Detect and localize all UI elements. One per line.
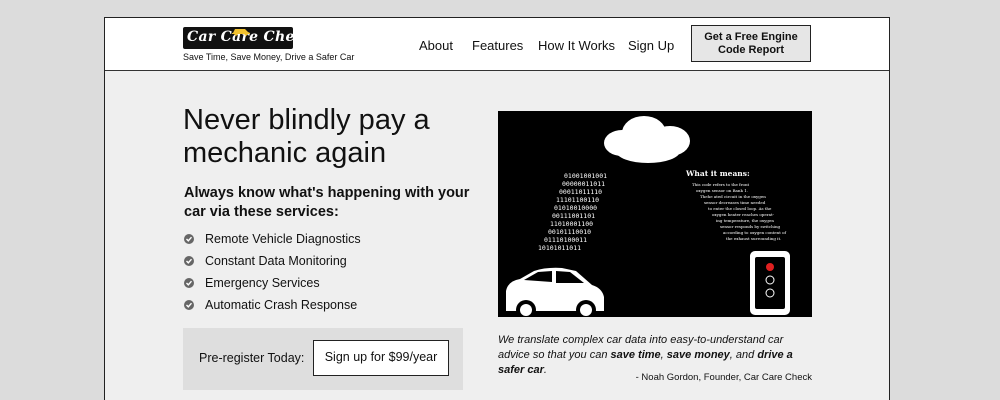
meaning-line: This code refers to the front [692, 182, 750, 187]
nav-sign-up[interactable]: Sign Up [628, 38, 674, 53]
binary-line: 00111001101 [552, 212, 595, 220]
car-data-illustration: 01001001001 00000011011 00011011110 1110… [498, 111, 812, 317]
service-label: Remote Vehicle Diagnostics [205, 232, 361, 246]
preregister-label: Pre-register Today: [199, 351, 305, 365]
binary-line: 01010010000 [554, 204, 597, 212]
smartphone-icon [750, 251, 790, 315]
binary-line: 01110100011 [544, 236, 587, 244]
quote-emphasis-1: save time [610, 349, 661, 361]
meaning-line: ing temperature, the oxygen [716, 218, 774, 223]
checkmark-icon [184, 278, 194, 288]
car-logo-icon [232, 29, 250, 36]
meaning-line: Thehe ated circuit in the oxygen [700, 194, 766, 199]
binary-line: 10101011011 [538, 244, 581, 252]
meaning-line: sensor decreases time needed [704, 200, 766, 205]
list-item: Automatic Crash Response [184, 294, 361, 316]
nav-features[interactable]: Features [472, 38, 523, 53]
meaning-title: What it means: [685, 169, 750, 178]
meaning-line: sensor responds by switching [720, 224, 781, 229]
sign-up-button[interactable]: Sign up for $99/year [313, 340, 449, 376]
binary-line: 00011011110 [559, 188, 602, 196]
binary-line: 01001001001 [564, 172, 607, 180]
nav-about[interactable]: About [419, 38, 453, 53]
meaning-line: oxygen heater reaches operat- [712, 212, 775, 217]
binary-line: 00000011011 [562, 180, 605, 188]
nav-how-it-works[interactable]: How It Works [538, 38, 615, 53]
cta-line-2: Code Report [718, 44, 784, 56]
list-item: Emergency Services [184, 272, 361, 294]
binary-line: 11101100110 [556, 196, 599, 204]
quote-sep-2: , and [729, 349, 758, 361]
hero-headline: Never blindly pay a mechanic again [183, 104, 483, 170]
meaning-line: oxygen sensor on Bank 1. [696, 188, 748, 193]
binary-line: 00101110010 [548, 228, 591, 236]
checkmark-icon [184, 300, 194, 310]
checkmark-icon [184, 256, 194, 266]
binary-line: 11010001100 [550, 220, 593, 228]
meaning-line: to enter the closed loop. As the [708, 206, 772, 211]
preregister-panel: Pre-register Today: Sign up for $99/year [183, 328, 463, 390]
quote-attribution: - Noah Gordon, Founder, Car Care Check [635, 372, 812, 383]
service-label: Emergency Services [205, 276, 320, 290]
quote-emphasis-2: save money [666, 349, 730, 361]
headline-line-2: mechanic again [183, 137, 387, 169]
logo[interactable]: Car Care Check [183, 27, 313, 49]
service-label: Automatic Crash Response [205, 298, 358, 312]
service-label: Constant Data Monitoring [205, 254, 347, 268]
site-header: Car Care Check Save Time, Save Money, Dr… [105, 18, 889, 71]
checkmark-icon [184, 234, 194, 244]
services-list: Remote Vehicle Diagnostics Constant Data… [184, 228, 361, 316]
free-engine-report-button[interactable]: Get a Free Engine Code Report [691, 25, 811, 62]
meaning-line: the exhaust surrounding it. [726, 236, 781, 241]
headline-line-1: Never blindly pay a [183, 104, 430, 136]
tagline: Save Time, Save Money, Drive a Safer Car [183, 52, 355, 62]
list-item: Remote Vehicle Diagnostics [184, 228, 361, 250]
services-subhead: Always know what's happening with your c… [184, 185, 470, 220]
meaning-line: according to oxygen content of [723, 230, 786, 235]
list-item: Constant Data Monitoring [184, 250, 361, 272]
cta-line-1: Get a Free Engine [704, 31, 798, 43]
page-frame: Car Care Check Save Time, Save Money, Dr… [104, 17, 890, 400]
